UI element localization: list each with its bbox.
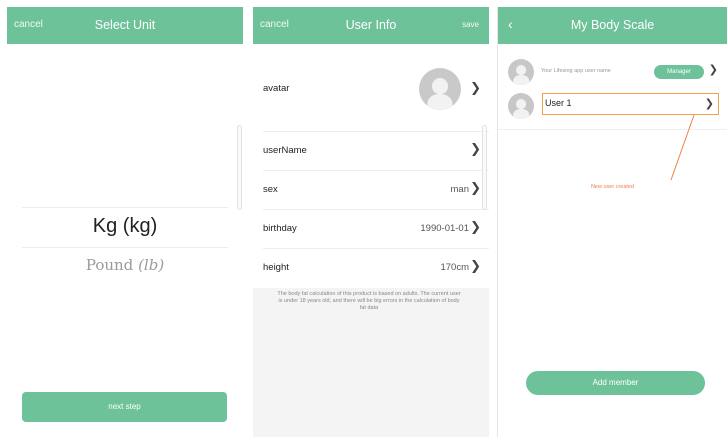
user-info-list: avatar ❯ userName ❯ sex man ❯ birthday 1…: [253, 44, 489, 288]
avatar[interactable]: [419, 68, 461, 110]
row-label: userName: [263, 145, 307, 156]
person-icon-head: [432, 78, 448, 95]
unit-option-pound-word: Pound: [85, 256, 134, 274]
row-label: birthday: [263, 223, 297, 234]
next-step-button[interactable]: next step: [22, 392, 227, 422]
callout-label: New user created: [590, 184, 635, 190]
save-button[interactable]: save: [462, 20, 479, 29]
body-fat-note: The body fat calculation of this product…: [277, 291, 461, 311]
unit-option-pound-unit: (lb): [138, 256, 165, 274]
row-label: height: [263, 262, 289, 273]
page-title: User Info: [345, 18, 397, 32]
person-icon-body: [427, 94, 453, 110]
picker-divider-bottom: [22, 247, 228, 248]
row-label: avatar: [263, 83, 290, 94]
row-value: man: [450, 184, 469, 195]
row-birthday[interactable]: birthday 1990-01-01 ❯: [263, 210, 489, 249]
unit-option-kg[interactable]: Kg (kg): [7, 215, 243, 238]
row-avatar[interactable]: avatar ❯: [263, 44, 489, 132]
add-member-button[interactable]: Add member: [526, 371, 705, 395]
chevron-right-icon: ❯: [470, 258, 481, 273]
scrollbar[interactable]: [482, 125, 487, 210]
row-height[interactable]: height 170cm ❯: [263, 249, 489, 288]
row-label: sex: [263, 184, 278, 195]
picker-divider-top: [22, 207, 228, 208]
user-info-screen: cancel User Info save avatar ❯ userName …: [253, 7, 489, 437]
row-sex[interactable]: sex man ❯: [263, 171, 489, 210]
body-scale-screen: ‹ My Body Scale Your Lifesing app user n…: [497, 7, 727, 437]
scrollbar[interactable]: [237, 125, 242, 210]
chevron-right-icon: ❯: [470, 141, 481, 156]
select-unit-header: cancel Select Unit: [7, 7, 243, 44]
callout-line: [670, 114, 695, 181]
row-value: 1990-01-01: [420, 223, 469, 234]
unit-option-pound[interactable]: Pound (lb): [7, 256, 243, 274]
chevron-right-icon: ❯: [470, 219, 481, 234]
page-title: Select Unit: [94, 18, 156, 32]
chevron-right-icon: ❯: [470, 180, 481, 195]
row-username[interactable]: userName ❯: [263, 132, 489, 171]
callout-pointer: [670, 114, 695, 181]
user-info-header: cancel User Info save: [253, 7, 489, 44]
select-unit-screen: cancel Select Unit Kg (kg) Pound (lb) ne…: [7, 7, 243, 437]
row-value: 170cm: [440, 262, 469, 273]
chevron-right-icon: ❯: [470, 80, 481, 95]
